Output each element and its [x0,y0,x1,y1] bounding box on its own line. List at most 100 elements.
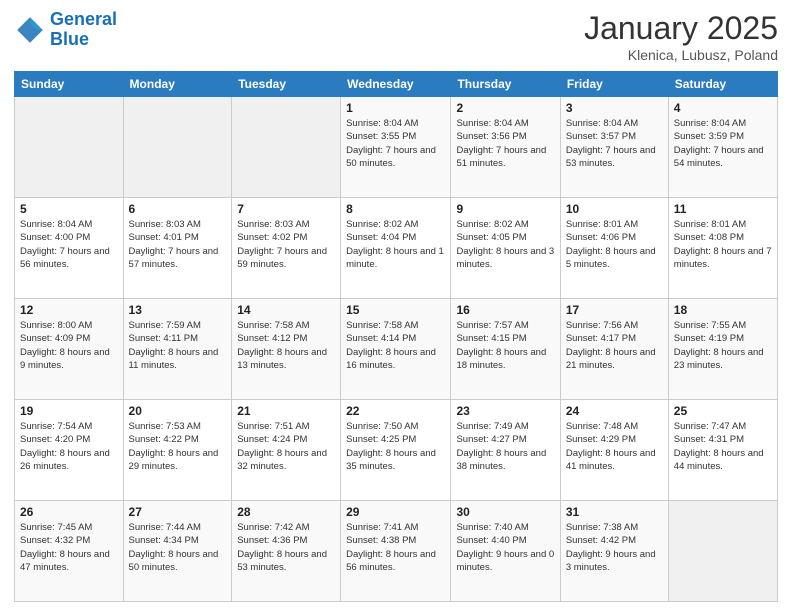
day-cell: 18 Sunrise: 7:55 AM Sunset: 4:19 PM Dayli… [668,299,777,400]
week-row-0: 1Sunrise: 8:04 AM Sunset: 3:55 PM Daylig… [15,97,778,198]
day-number: 26 [20,505,118,519]
day-number: 22 [346,404,445,418]
day-number: 30 [456,505,554,519]
week-row-1: 5Sunrise: 8:04 AM Sunset: 4:00 PM Daylig… [15,198,778,299]
day-info: Sunrise: 7:53 AM Sunset: 4:22 PM Dayligh… [129,420,227,473]
logo-text: General Blue [50,10,117,50]
day-number: 4 [674,101,772,115]
weekday-header-friday: Friday [560,72,668,97]
day-info: Sunrise: 7:59 AM Sunset: 4:11 PM Dayligh… [129,319,227,372]
day-info: Sunrise: 8:02 AM Sunset: 4:04 PM Dayligh… [346,218,445,271]
day-info: Sunrise: 7:40 AM Sunset: 4:40 PM Dayligh… [456,521,554,574]
weekday-header-saturday: Saturday [668,72,777,97]
day-info: Sunrise: 7:58 AM Sunset: 4:12 PM Dayligh… [237,319,335,372]
day-number: 17 [566,303,663,317]
day-number: 7 [237,202,335,216]
day-number: 14 [237,303,335,317]
day-info: Sunrise: 7:56 AM Sunset: 4:17 PM Dayligh… [566,319,663,372]
day-info: Sunrise: 7:41 AM Sunset: 4:38 PM Dayligh… [346,521,445,574]
day-number: 6 [129,202,227,216]
weekday-header-monday: Monday [123,72,232,97]
day-cell: 14 Sunrise: 7:58 AM Sunset: 4:12 PM Dayli… [232,299,341,400]
day-info: Sunrise: 8:02 AM Sunset: 4:05 PM Dayligh… [456,218,554,271]
day-cell: 25Sunrise: 7:47 AM Sunset: 4:31 PM Dayli… [668,400,777,501]
day-number: 2 [456,101,554,115]
day-info: Sunrise: 8:04 AM Sunset: 3:55 PM Dayligh… [346,117,445,170]
day-cell [232,97,341,198]
day-cell: 28 Sunrise: 7:42 AM Sunset: 4:36 PM Dayli… [232,501,341,602]
day-info: Sunrise: 7:42 AM Sunset: 4:36 PM Dayligh… [237,521,335,574]
day-cell: 15 Sunrise: 7:58 AM Sunset: 4:14 PM Dayli… [341,299,451,400]
header: General Blue January 2025 Klenica, Lubus… [14,10,778,63]
day-number: 20 [129,404,227,418]
day-cell: 27Sunrise: 7:44 AM Sunset: 4:34 PM Dayli… [123,501,232,602]
day-info: Sunrise: 7:54 AM Sunset: 4:20 PM Dayligh… [20,420,118,473]
day-cell: 11 Sunrise: 8:01 AM Sunset: 4:08 PM Dayli… [668,198,777,299]
day-info: Sunrise: 7:50 AM Sunset: 4:25 PM Dayligh… [346,420,445,473]
day-number: 24 [566,404,663,418]
day-cell: 6Sunrise: 8:03 AM Sunset: 4:01 PM Daylig… [123,198,232,299]
logo-line2: Blue [50,29,89,49]
day-number: 9 [456,202,554,216]
day-cell: 30 Sunrise: 7:40 AM Sunset: 4:40 PM Dayli… [451,501,560,602]
day-info: Sunrise: 8:03 AM Sunset: 4:02 PM Dayligh… [237,218,335,271]
day-info: Sunrise: 8:04 AM Sunset: 3:56 PM Dayligh… [456,117,554,170]
day-cell: 29Sunrise: 7:41 AM Sunset: 4:38 PM Dayli… [341,501,451,602]
calendar-table: SundayMondayTuesdayWednesdayThursdayFrid… [14,71,778,602]
day-number: 31 [566,505,663,519]
week-row-2: 12 Sunrise: 8:00 AM Sunset: 4:09 PM Dayli… [15,299,778,400]
day-cell: 2 Sunrise: 8:04 AM Sunset: 3:56 PM Daylig… [451,97,560,198]
day-cell: 19 Sunrise: 7:54 AM Sunset: 4:20 PM Dayli… [15,400,124,501]
day-info: Sunrise: 8:04 AM Sunset: 3:59 PM Dayligh… [674,117,772,170]
day-cell [668,501,777,602]
day-cell: 17 Sunrise: 7:56 AM Sunset: 4:17 PM Dayli… [560,299,668,400]
day-cell [123,97,232,198]
day-cell: 24 Sunrise: 7:48 AM Sunset: 4:29 PM Dayli… [560,400,668,501]
day-number: 13 [129,303,227,317]
day-cell: 16 Sunrise: 7:57 AM Sunset: 4:15 PM Dayli… [451,299,560,400]
day-number: 16 [456,303,554,317]
day-cell: 1Sunrise: 8:04 AM Sunset: 3:55 PM Daylig… [341,97,451,198]
day-cell: 21 Sunrise: 7:51 AM Sunset: 4:24 PM Dayli… [232,400,341,501]
calendar-subtitle: Klenica, Lubusz, Poland [584,47,778,63]
day-number: 5 [20,202,118,216]
day-info: Sunrise: 7:38 AM Sunset: 4:42 PM Dayligh… [566,521,663,574]
logo: General Blue [14,10,117,50]
day-cell [15,97,124,198]
weekday-header-tuesday: Tuesday [232,72,341,97]
day-cell: 3Sunrise: 8:04 AM Sunset: 3:57 PM Daylig… [560,97,668,198]
day-info: Sunrise: 7:57 AM Sunset: 4:15 PM Dayligh… [456,319,554,372]
day-cell: 4 Sunrise: 8:04 AM Sunset: 3:59 PM Daylig… [668,97,777,198]
page: General Blue January 2025 Klenica, Lubus… [0,0,792,612]
day-cell: 8 Sunrise: 8:02 AM Sunset: 4:04 PM Daylig… [341,198,451,299]
calendar-title: January 2025 [584,10,778,47]
day-info: Sunrise: 7:55 AM Sunset: 4:19 PM Dayligh… [674,319,772,372]
weekday-header-row: SundayMondayTuesdayWednesdayThursdayFrid… [15,72,778,97]
day-info: Sunrise: 7:47 AM Sunset: 4:31 PM Dayligh… [674,420,772,473]
day-cell: 7 Sunrise: 8:03 AM Sunset: 4:02 PM Daylig… [232,198,341,299]
title-block: January 2025 Klenica, Lubusz, Poland [584,10,778,63]
day-number: 15 [346,303,445,317]
logo-line1: General [50,9,117,29]
day-info: Sunrise: 7:58 AM Sunset: 4:14 PM Dayligh… [346,319,445,372]
day-number: 11 [674,202,772,216]
day-number: 18 [674,303,772,317]
logo-icon [14,14,46,46]
day-number: 21 [237,404,335,418]
day-number: 23 [456,404,554,418]
day-info: Sunrise: 7:51 AM Sunset: 4:24 PM Dayligh… [237,420,335,473]
day-info: Sunrise: 8:04 AM Sunset: 3:57 PM Dayligh… [566,117,663,170]
day-number: 28 [237,505,335,519]
day-info: Sunrise: 7:48 AM Sunset: 4:29 PM Dayligh… [566,420,663,473]
day-number: 12 [20,303,118,317]
day-number: 10 [566,202,663,216]
day-number: 8 [346,202,445,216]
week-row-3: 19 Sunrise: 7:54 AM Sunset: 4:20 PM Dayli… [15,400,778,501]
day-cell: 23Sunrise: 7:49 AM Sunset: 4:27 PM Dayli… [451,400,560,501]
day-info: Sunrise: 8:00 AM Sunset: 4:09 PM Dayligh… [20,319,118,372]
day-info: Sunrise: 8:01 AM Sunset: 4:06 PM Dayligh… [566,218,663,271]
day-info: Sunrise: 8:01 AM Sunset: 4:08 PM Dayligh… [674,218,772,271]
day-number: 19 [20,404,118,418]
day-cell: 31 Sunrise: 7:38 AM Sunset: 4:42 PM Dayli… [560,501,668,602]
day-cell: 26Sunrise: 7:45 AM Sunset: 4:32 PM Dayli… [15,501,124,602]
